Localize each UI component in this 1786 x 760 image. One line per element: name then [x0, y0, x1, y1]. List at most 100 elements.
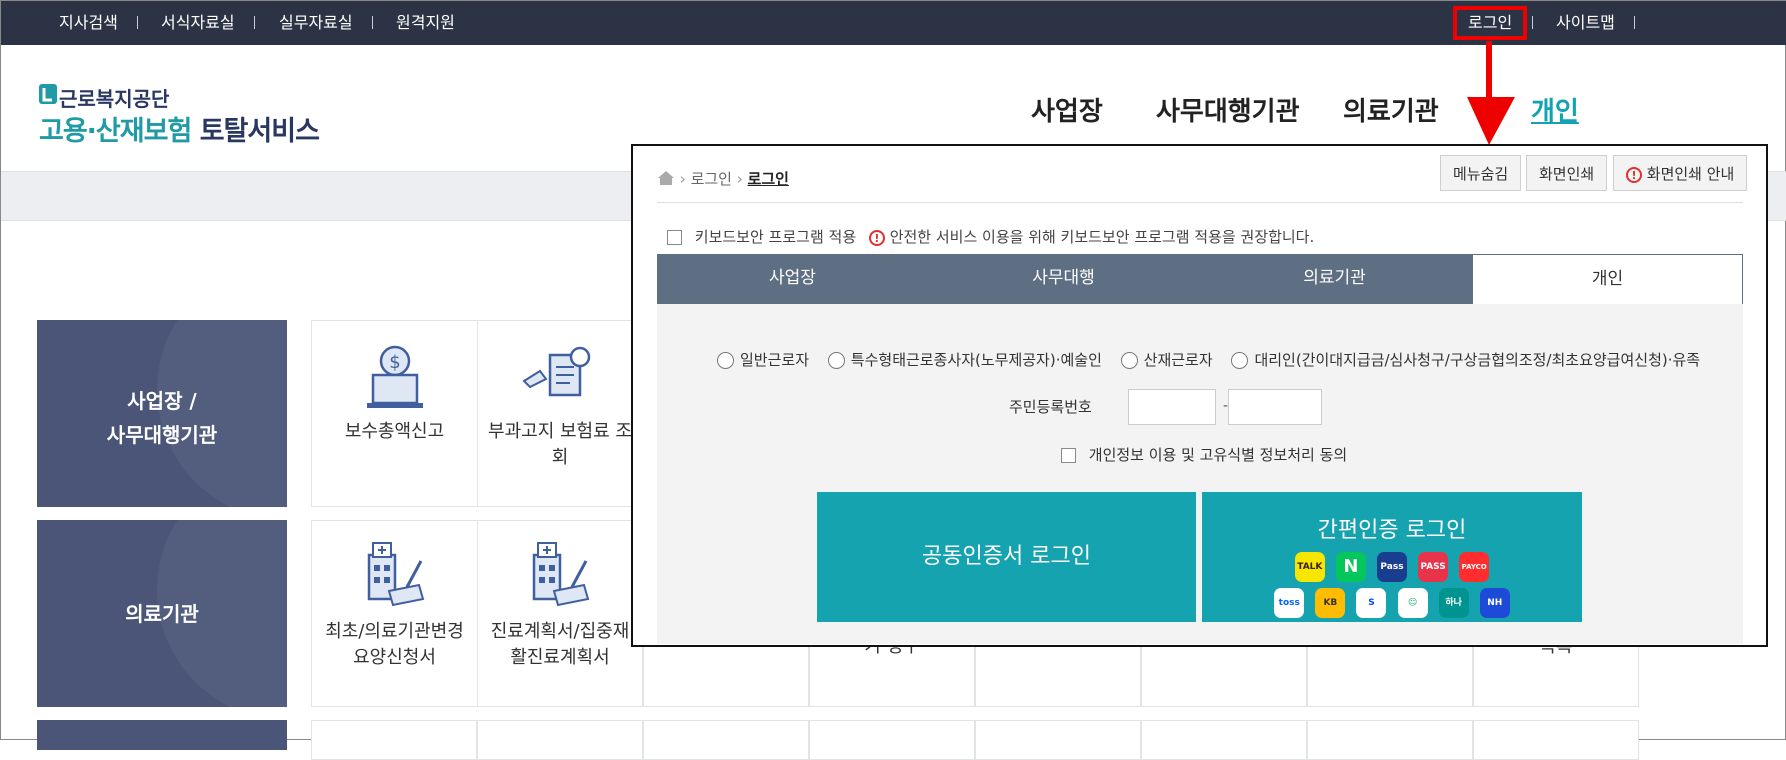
logo-rest-text: 토탈서비스 — [199, 116, 320, 147]
rrn-front-input[interactable] — [1128, 389, 1216, 425]
gnb-business[interactable]: 사업장 — [1031, 91, 1103, 128]
divider — [1634, 16, 1635, 29]
divider — [1532, 16, 1533, 29]
practice-library-link[interactable]: 실무자료실 — [279, 1, 353, 45]
login-highlight-box — [1453, 6, 1527, 40]
tab-individual[interactable]: 개인 — [1472, 254, 1743, 304]
hospital-form-icon — [367, 542, 424, 607]
samsung-pass-icon: Pass — [1377, 552, 1407, 582]
item-initial-care-application[interactable]: 최초/의료기관변경 요양신청서 — [311, 520, 477, 707]
gnb-agency[interactable]: 사무대행기관 — [1156, 91, 1300, 128]
sitemap-link[interactable]: 사이트맵 — [1556, 1, 1615, 45]
toss-icon: toss — [1274, 588, 1305, 618]
item-row3[interactable] — [975, 720, 1141, 760]
radio-general[interactable] — [717, 352, 734, 369]
alert-icon: ! — [1626, 166, 1642, 183]
simple-login-button[interactable]: 간편인증 로그인 TALK N Pass PASS PAYCO toss KB … — [1202, 492, 1582, 622]
radio-injured[interactable] — [1120, 352, 1138, 369]
kb-icon: KB — [1315, 588, 1346, 618]
category-medical-label: 의료기관 — [125, 602, 199, 626]
keyboard-security-notice: 안전한 서비스 이용을 위해 키보드보안 프로그램 적용을 권장합니다. — [889, 228, 1315, 246]
logo-service-name[interactable]: 고용·산재보험 토탈서비스 — [39, 109, 320, 148]
category-business-line2: 사무대행기관 — [106, 423, 218, 447]
login-popup: › 로그인 › 로그인 메뉴숨김 화면인쇄 ! 화면인쇄 안내 키보드보안 프로… — [631, 144, 1768, 647]
category-medical: 의료기관 — [37, 520, 287, 707]
gnb-individual[interactable]: 개인 — [1531, 91, 1579, 128]
chevron-right-icon: › — [679, 170, 686, 188]
divider — [372, 16, 373, 29]
logo-org-name: 근로복지공단 — [59, 87, 170, 111]
tab-medical[interactable]: 의료기관 — [1199, 254, 1470, 304]
consent-row: 개인정보 이용 및 고유식별 정보처리 동의 — [1061, 444, 1347, 465]
item-row3[interactable] — [477, 720, 643, 760]
item-row3[interactable] — [1307, 720, 1473, 760]
tab-agency[interactable]: 사무대행 — [928, 254, 1199, 304]
divider — [137, 16, 138, 29]
hide-menu-button[interactable]: 메뉴숨김 — [1440, 155, 1522, 191]
pass-icon: PASS — [1418, 552, 1449, 582]
forms-library-link[interactable]: 서식자료실 — [161, 1, 235, 45]
breadcrumb-current: 로그인 — [747, 170, 789, 188]
payco-icon: PAYCO — [1459, 552, 1490, 582]
simple-login-label: 간편인증 로그인 — [1317, 518, 1467, 543]
radio-special[interactable] — [827, 352, 845, 369]
item-row3[interactable] — [1141, 720, 1307, 760]
item-row3[interactable] — [809, 720, 975, 760]
item-label-line2: 요양신청서 — [353, 647, 436, 668]
alert-icon: ! — [868, 229, 885, 246]
consent-checkbox[interactable] — [1061, 448, 1076, 463]
item-row3[interactable] — [1473, 720, 1639, 760]
provider-row-1: TALK N Pass PASS PAYCO — [1202, 552, 1582, 582]
breadcrumb: › 로그인 › 로그인 — [657, 168, 789, 189]
item-label-line1: 진료계획서/집중재 — [490, 621, 630, 642]
item-payroll-report[interactable]: $ 보수총액신고 — [311, 320, 477, 507]
worker-type-radios: 일반근로자 특수형태근로종사자(노무제공자)·예술인 산재근로자 대리인(간이대… — [717, 349, 1700, 370]
chevron-right-icon: › — [736, 170, 743, 188]
item-label-line1: 최초/의료기관변경 — [325, 621, 464, 642]
logo-mark-icon — [39, 84, 57, 104]
consent-label: 개인정보 이용 및 고유식별 정보처리 동의 — [1088, 446, 1348, 464]
keyboard-security-checkbox[interactable] — [667, 230, 682, 245]
hospital-form-icon — [532, 542, 590, 607]
kakao-icon: TALK — [1294, 552, 1325, 582]
item-row3[interactable] — [643, 720, 809, 760]
rrn-back-input[interactable] — [1228, 389, 1322, 425]
red-arrow-annotation — [1467, 41, 1515, 145]
tab-business[interactable]: 사업장 — [657, 254, 928, 304]
logo-accent-text: 고용·산재보험 — [39, 116, 192, 147]
keyboard-security-label: 키보드보안 프로그램 적용 — [694, 228, 857, 246]
naver-icon: N — [1335, 552, 1366, 582]
print-button[interactable]: 화면인쇄 — [1526, 155, 1608, 191]
radio-label: 산재근로자 — [1143, 351, 1213, 369]
member-type-tabs: 사업장 사무대행 의료기관 개인 — [657, 254, 1743, 304]
print-guide-button[interactable]: ! 화면인쇄 안내 — [1613, 155, 1748, 191]
category-business-line1: 사업장 / — [127, 389, 197, 413]
divider — [657, 202, 1743, 203]
branch-search-link[interactable]: 지사검색 — [59, 1, 118, 45]
document-search-icon — [522, 346, 591, 397]
login-form-panel: 일반근로자 특수형태근로종사자(노무제공자)·예술인 산재근로자 대리인(간이대… — [657, 304, 1743, 644]
item-label-line1: 부과고지 보험료 조 — [488, 421, 632, 442]
cert-login-button[interactable]: 공동인증서 로그인 — [817, 492, 1196, 622]
item-label-line2: 회 — [551, 447, 569, 468]
radio-label: 대리인(간이대지급금/심사청구/구상금협의조정/최초요양급여신청)·유족 — [1254, 351, 1701, 369]
gnb-medical[interactable]: 의료기관 — [1343, 91, 1439, 128]
item-treatment-plan[interactable]: 진료계획서/집중재 활진료계획서 — [477, 520, 643, 707]
smile-icon: ☺ — [1397, 588, 1428, 618]
svg-text:$: $ — [389, 352, 400, 373]
radio-label: 일반근로자 — [740, 351, 810, 369]
remote-support-link[interactable]: 원격지원 — [396, 1, 455, 45]
item-premium-inquiry[interactable]: 부과고지 보험료 조 회 — [477, 320, 643, 507]
item-row3[interactable] — [311, 720, 477, 760]
radio-agent[interactable] — [1231, 352, 1249, 369]
keyboard-security-row: 키보드보안 프로그램 적용 ! 안전한 서비스 이용을 위해 키보드보안 프로그… — [667, 226, 1314, 247]
provider-row-2: toss KB S ☺ 하나 NH — [1202, 588, 1582, 618]
breadcrumb-item[interactable]: 로그인 — [691, 170, 732, 188]
category-business: 사업장 / 사무대행기관 — [37, 320, 287, 507]
item-label: 보수총액신고 — [344, 421, 445, 442]
category-next — [37, 720, 287, 750]
home-icon[interactable] — [657, 170, 675, 186]
print-guide-label: 화면인쇄 안내 — [1646, 165, 1735, 183]
nh-icon: NH — [1479, 588, 1510, 618]
shinhan-icon: S — [1356, 588, 1387, 618]
